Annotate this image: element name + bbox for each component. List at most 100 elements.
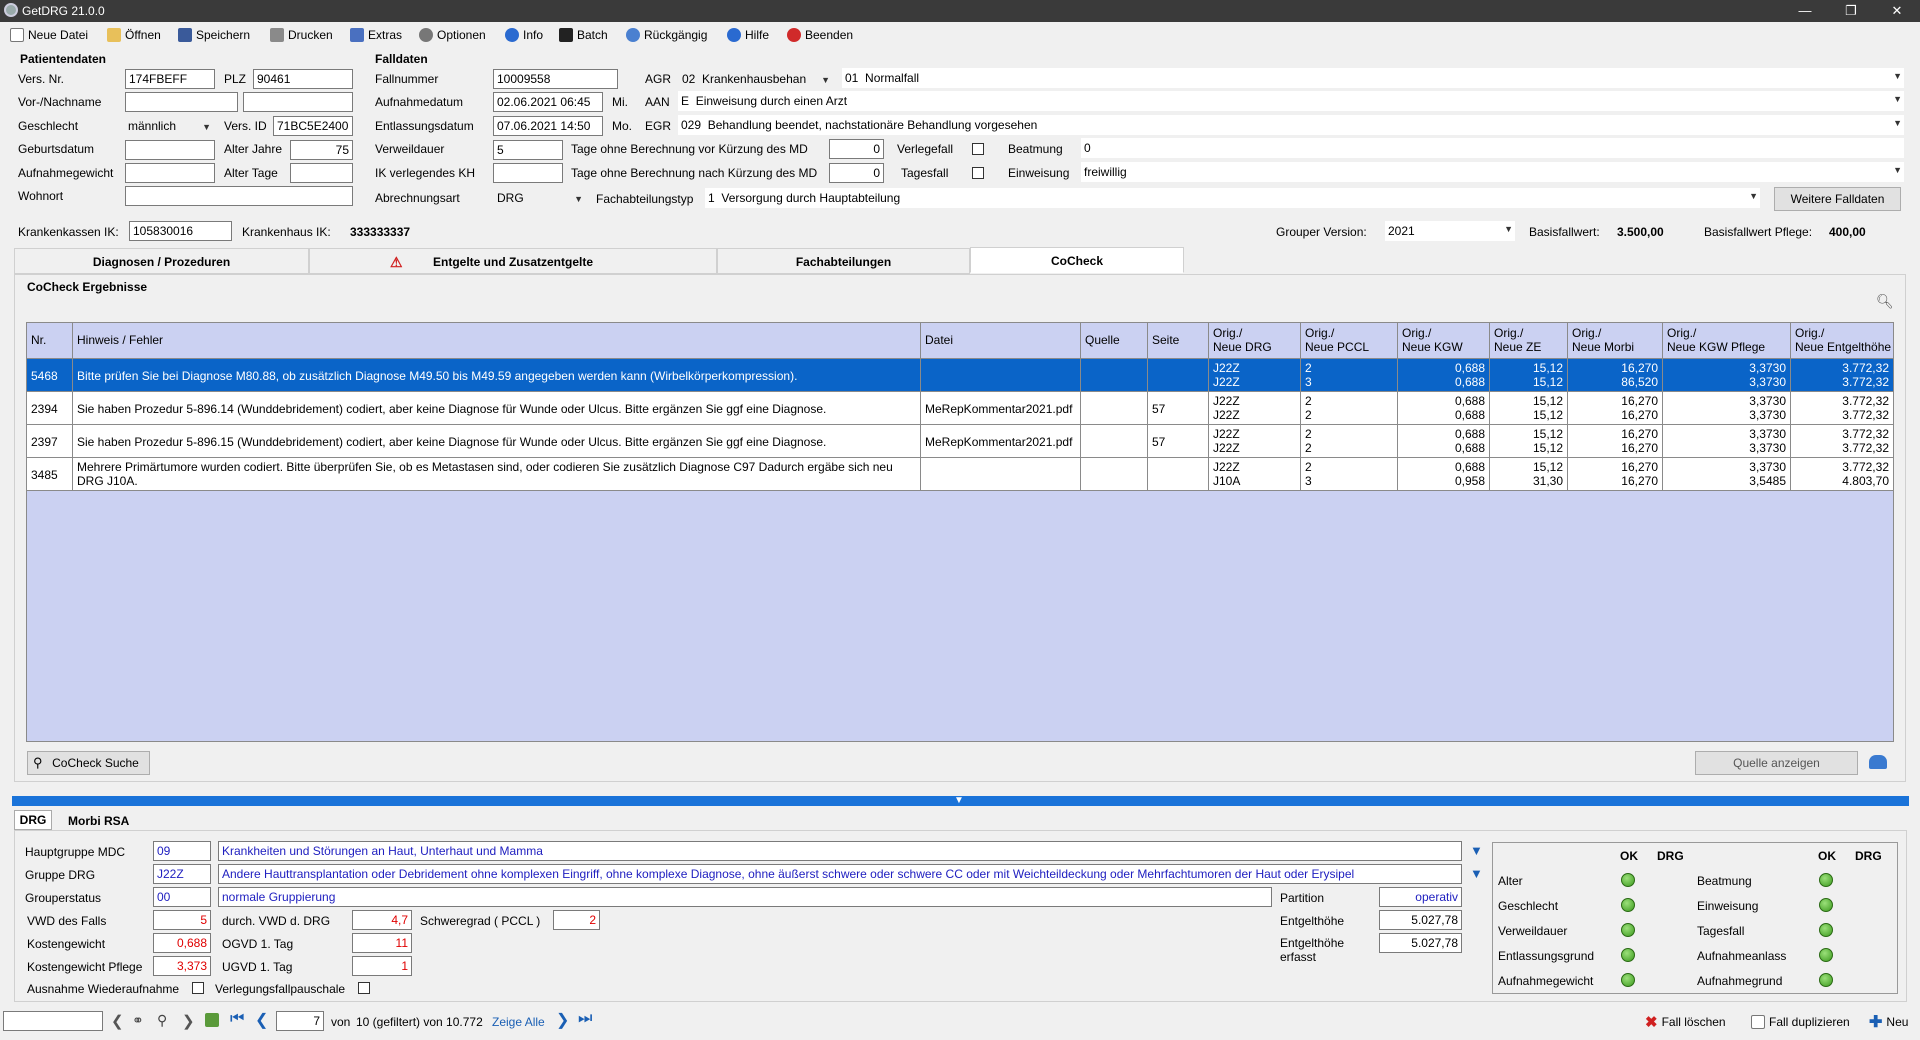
kostengewicht-field[interactable]: 0,688 xyxy=(153,933,211,953)
alter-jahre-field[interactable]: 75 xyxy=(290,140,353,160)
next-record-icon[interactable]: ❯ xyxy=(556,1010,569,1030)
weitere-falldaten-button[interactable]: Weitere Falldaten xyxy=(1774,187,1901,211)
col-seite[interactable]: Seite xyxy=(1148,323,1209,359)
geschlecht-select[interactable]: männlich ▼ xyxy=(128,119,213,133)
search-icon[interactable]: 🔍︎ xyxy=(1876,293,1894,310)
save-button[interactable]: Speichern xyxy=(178,26,250,44)
ogvd-field[interactable]: 11 xyxy=(352,933,412,953)
grouperstatus-code-field[interactable]: 00 xyxy=(153,887,211,907)
grouperstatus-text-field[interactable]: normale Gruppierung xyxy=(218,887,1272,907)
tab-diagnosen[interactable]: Diagnosen / Prozeduren xyxy=(14,248,309,274)
previous-record-icon[interactable]: ❮ xyxy=(255,1010,268,1030)
durch-vwd-field[interactable]: 4,7 xyxy=(352,910,412,930)
entlassungsdatum-field[interactable]: 07.06.2021 14:50 xyxy=(493,116,603,136)
exit-button[interactable]: Beenden xyxy=(787,26,853,44)
tage-nach-field[interactable]: 0 xyxy=(829,163,884,183)
fall-duplizieren-button[interactable]: Fall duplizieren xyxy=(1751,1013,1850,1031)
col-morbi[interactable]: Orig./ Neue Morbi xyxy=(1568,323,1663,359)
ugvd-field[interactable]: 1 xyxy=(352,956,412,976)
vers-id-field[interactable]: 71BC5E2400 xyxy=(273,116,353,136)
col-ze[interactable]: Orig./ Neue ZE xyxy=(1490,323,1568,359)
options-button[interactable]: Optionen xyxy=(419,26,486,44)
gruppe-code-field[interactable]: J22Z xyxy=(153,864,211,884)
extras-button[interactable]: Extras xyxy=(350,26,402,44)
col-kgw-pflege[interactable]: Orig./ Neue KGW Pflege xyxy=(1663,323,1791,359)
col-pccl[interactable]: Orig./ Neue PCCL xyxy=(1301,323,1398,359)
entgelthoehe-erfasst-field[interactable]: 5.027,78 xyxy=(1379,933,1462,953)
col-quelle[interactable]: Quelle xyxy=(1081,323,1148,359)
cocheck-suche-button[interactable]: ⚲ CoCheck Suche xyxy=(27,751,150,775)
col-entgelthoehe[interactable]: Orig./ Neue Entgelthöhe xyxy=(1791,323,1893,359)
tab-morbi-rsa[interactable]: Morbi RSA xyxy=(68,814,129,828)
tab-cocheck[interactable]: CoCheck xyxy=(970,247,1184,273)
chevron-down-icon[interactable]: ▼ xyxy=(1470,866,1483,881)
chevron-down-icon[interactable]: ▼ xyxy=(1470,843,1483,858)
col-drg[interactable]: Orig./ Neue DRG xyxy=(1209,323,1301,359)
cell-datei[interactable]: MeRepKommentar2021.pdf xyxy=(921,425,1081,458)
abrechnungsart-select[interactable]: DRG ▼ xyxy=(497,191,585,205)
aan-select[interactable]: E Einweisung durch einen Arzt ▼ xyxy=(678,91,1904,111)
einweisung-select[interactable]: freiwillig ▼ xyxy=(1081,162,1904,182)
tagesfall-checkbox[interactable] xyxy=(972,167,984,179)
vorname-field[interactable] xyxy=(125,92,238,112)
search-input[interactable] xyxy=(3,1011,103,1031)
neu-button[interactable]: ✚ Neu xyxy=(1869,1013,1908,1031)
col-kgw[interactable]: Orig./ Neue KGW xyxy=(1398,323,1490,359)
egr-select[interactable]: 029 Behandlung beendet, nachstationäre B… xyxy=(678,115,1904,135)
wohnort-field[interactable] xyxy=(125,186,353,206)
refresh-icon[interactable] xyxy=(1869,755,1887,769)
table-row[interactable]: 3485 Mehrere Primärtumore wurden codiert… xyxy=(27,458,1893,491)
tage-vor-field[interactable]: 0 xyxy=(829,139,884,159)
grouper-select[interactable]: 2021 ▼ xyxy=(1385,221,1515,241)
quelle-anzeigen-button[interactable]: Quelle anzeigen xyxy=(1695,751,1858,775)
table-row[interactable]: 2397 Sie haben Prozedur 5-896.15 (Wundde… xyxy=(27,425,1893,458)
table-row[interactable]: 5468 Bitte prüfen Sie bei Diagnose M80.8… xyxy=(27,359,1893,392)
col-nr[interactable]: Nr. xyxy=(27,323,73,359)
print-button[interactable]: Drucken xyxy=(270,26,333,44)
tab-drg[interactable]: DRG xyxy=(14,810,52,830)
last-record-icon[interactable]: ⏭ xyxy=(578,1010,592,1028)
agr2-select[interactable]: 01 Normalfall ▼ xyxy=(842,68,1904,88)
fallnummer-field[interactable]: 10009558 xyxy=(493,69,618,89)
open-button[interactable]: Öffnen xyxy=(107,26,161,44)
table-row[interactable]: 2394 Sie haben Prozedur 5-896.14 (Wundde… xyxy=(27,392,1893,425)
aufnahmegewicht-field[interactable] xyxy=(125,163,215,183)
cell-datei[interactable]: MeRepKommentar2021.pdf xyxy=(921,392,1081,425)
ik-field[interactable] xyxy=(493,163,563,183)
binoculars-icon[interactable]: ⚭ xyxy=(132,1012,144,1029)
tab-entgelte[interactable]: ⚠ Entgelte und Zusatzentgelte xyxy=(309,248,717,274)
minimize-button[interactable]: — xyxy=(1782,0,1828,22)
verweildauer-field[interactable]: 5 xyxy=(493,140,563,160)
tab-fachabteilungen[interactable]: Fachabteilungen xyxy=(717,248,970,274)
col-hinweis[interactable]: Hinweis / Fehler xyxy=(73,323,921,359)
agr-select[interactable]: 02 Krankenhausbehan ▼ xyxy=(682,72,832,86)
mdc-code-field[interactable]: 09 xyxy=(153,841,211,861)
first-record-icon[interactable]: ⏮ xyxy=(230,1010,244,1028)
next-result-icon[interactable]: ❯ xyxy=(182,1012,195,1030)
verlegefall-checkbox[interactable] xyxy=(972,143,984,155)
kgw-pflege-field[interactable]: 3,373 xyxy=(153,956,211,976)
zeige-alle-link[interactable]: Zeige Alle xyxy=(492,1015,545,1029)
plz-field[interactable]: 90461 xyxy=(253,69,353,89)
entgelthoehe-field[interactable]: 5.027,78 xyxy=(1379,910,1462,930)
fachabteilungstyp-select[interactable]: 1 Versorgung durch Hauptabteilung ▼ xyxy=(705,188,1760,208)
filter-search-icon[interactable]: ⚲ xyxy=(157,1012,167,1029)
vers-nr-field[interactable]: 174FBEFF xyxy=(125,69,215,89)
table-add-icon[interactable] xyxy=(205,1013,219,1027)
col-datei[interactable]: Datei xyxy=(921,323,1081,359)
ausnahme-checkbox[interactable] xyxy=(192,982,204,994)
beatmung-field[interactable]: 0 xyxy=(1081,138,1904,158)
previous-result-icon[interactable]: ❮ xyxy=(111,1012,124,1030)
page-field[interactable]: 7 xyxy=(276,1011,324,1031)
undo-button[interactable]: Rückgängig xyxy=(626,26,707,44)
mdc-text-field[interactable]: Krankheiten und Störungen an Haut, Unter… xyxy=(218,841,1462,861)
maximize-button[interactable]: ❐ xyxy=(1828,0,1874,22)
geburtsdatum-field[interactable] xyxy=(125,140,215,160)
help-button[interactable]: Hilfe xyxy=(727,26,769,44)
new-file-button[interactable]: Neue Datei xyxy=(10,26,88,44)
schweregrad-field[interactable]: 2 xyxy=(553,910,600,930)
alter-tage-field[interactable] xyxy=(290,163,353,183)
partition-field[interactable]: operativ xyxy=(1379,887,1462,907)
fall-loeschen-button[interactable]: ✖ Fall löschen xyxy=(1645,1013,1726,1031)
close-window-button[interactable]: ✕ xyxy=(1874,0,1920,22)
